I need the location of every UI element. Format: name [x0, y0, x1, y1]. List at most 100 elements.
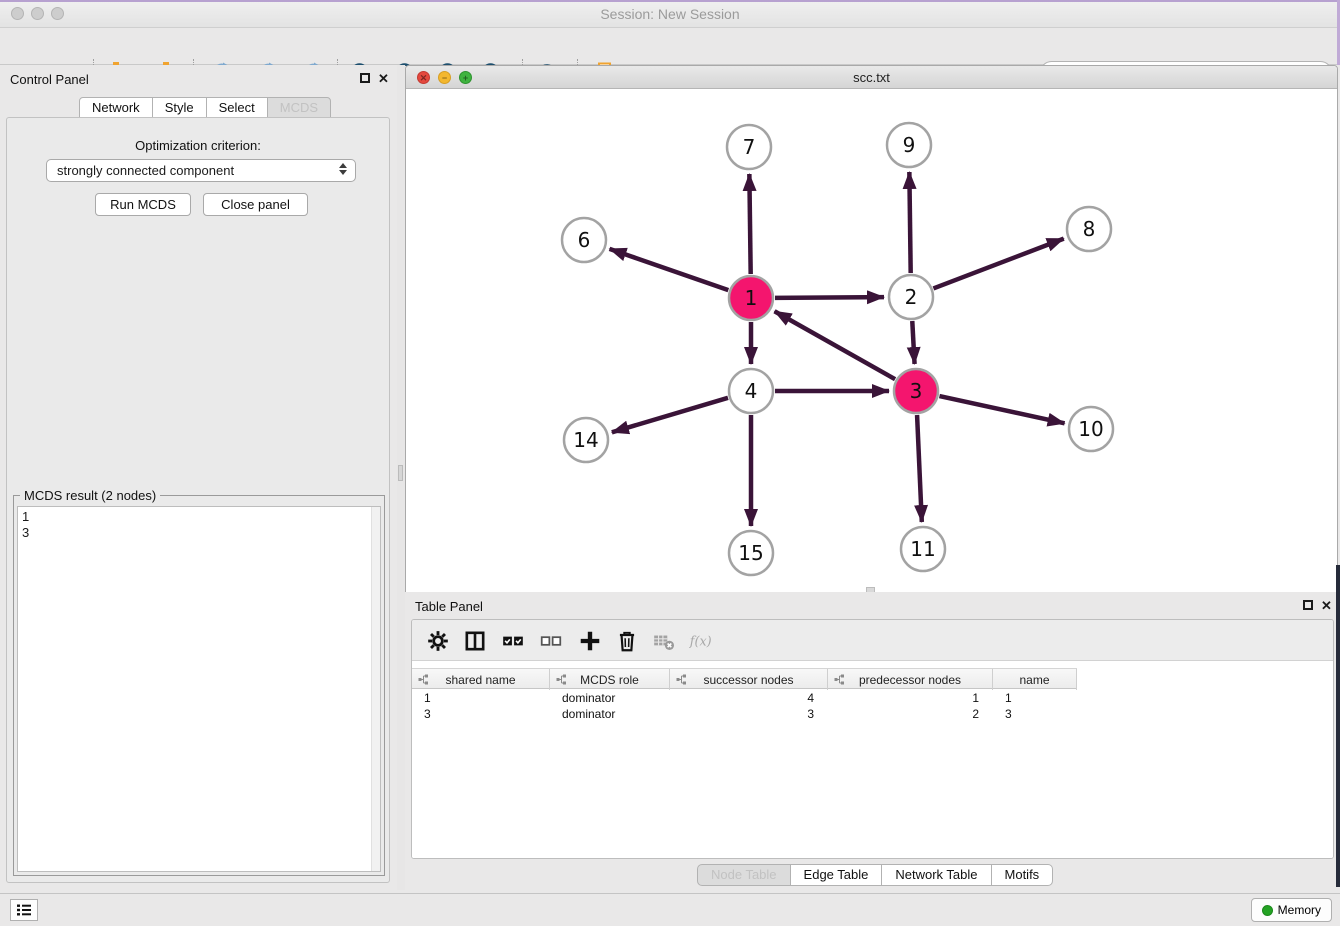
float-table-panel-icon[interactable] [1303, 600, 1313, 610]
network-canvas[interactable]: 1234678910111415 [406, 89, 1337, 592]
graph-node-label-10: 10 [1078, 417, 1103, 441]
select-stepper-icon [339, 163, 347, 175]
table-panel-header: Table Panel ✕ [405, 592, 1340, 619]
table-panel-title: Table Panel [415, 599, 483, 614]
fx-label: f(x) [689, 635, 712, 650]
add-row-button[interactable] [578, 629, 602, 653]
cell-shared-name: 1 [412, 690, 550, 706]
graph-edge-1-6[interactable] [610, 249, 729, 290]
close-panel-icon[interactable]: ✕ [378, 73, 389, 85]
splitter-grip[interactable] [398, 465, 403, 481]
network-view-window: ✕ − + scc.txt 1234678910111415 [405, 65, 1338, 592]
graph-node-label-6: 6 [578, 228, 591, 252]
delete-row-button[interactable] [615, 629, 639, 653]
network-graph: 1234678910111415 [406, 89, 1337, 592]
graph-edge-1-7[interactable] [749, 174, 750, 274]
cell-predecessor-nodes: 1 [828, 690, 993, 706]
mcds-result-group: MCDS result (2 nodes) 1 3 [13, 495, 385, 876]
result-scrollbar[interactable] [371, 507, 380, 871]
graph-edge-2-8[interactable] [933, 239, 1063, 289]
column-label: predecessor nodes [859, 673, 961, 687]
column-label: name [1019, 673, 1049, 687]
trash-icon [615, 629, 639, 653]
tab-mcds[interactable]: MCDS [267, 97, 331, 118]
graph-edge-3-11[interactable] [917, 415, 922, 522]
float-panel-icon[interactable] [360, 73, 370, 83]
cell-predecessor-nodes: 2 [828, 706, 993, 722]
window-titlebar: Session: New Session [0, 0, 1340, 28]
run-mcds-button[interactable]: Run MCDS [95, 193, 191, 216]
control-panel: Control Panel ✕ Network Style Select MCD… [0, 65, 397, 890]
column-header-predecessor-nodes[interactable]: predecessor nodes [828, 669, 993, 690]
hierarchy-icon [418, 674, 429, 685]
table-toolbar: f(x) [412, 620, 1333, 661]
tab-network[interactable]: Network [79, 97, 153, 118]
control-panel-tabs: Network Style Select MCDS [79, 97, 331, 118]
graph-edge-3-1[interactable] [775, 311, 896, 379]
graph-edge-4-14[interactable] [612, 398, 728, 432]
mcds-result-line: 3 [22, 525, 376, 541]
optimization-criterion-select[interactable]: strongly connected component [46, 159, 356, 182]
window-edge-top [0, 0, 1340, 2]
graph-edge-2-3[interactable] [912, 321, 914, 364]
column-label: shared name [445, 673, 515, 687]
graph-node-label-7: 7 [743, 135, 756, 159]
cell-shared-name: 3 [412, 706, 550, 722]
main-toolbar [0, 28, 1340, 65]
application-window: Session: New Session [0, 0, 1340, 926]
column-header-shared-name[interactable]: shared name [412, 669, 550, 690]
function-fx-icon: f(x) [689, 629, 713, 653]
mcds-result-line: 1 [22, 509, 376, 525]
graph-node-label-15: 15 [738, 541, 763, 565]
deselect-all-rows-button[interactable] [539, 629, 563, 653]
graph-node-label-8: 8 [1083, 217, 1096, 241]
delete-table-icon [652, 629, 676, 653]
list-icon [16, 903, 32, 917]
tab-style[interactable]: Style [152, 97, 207, 118]
tab-network-table[interactable]: Network Table [881, 864, 991, 886]
memory-button[interactable]: Memory [1251, 898, 1332, 922]
graph-edge-3-10[interactable] [939, 396, 1064, 423]
network-title: scc.txt [406, 70, 1337, 85]
select-all-rows-button[interactable] [501, 629, 525, 653]
graph-edge-2-9[interactable] [909, 172, 910, 273]
show-task-history-button[interactable] [10, 899, 38, 921]
cell-name: 3 [993, 706, 1077, 722]
table-row[interactable]: 3 dominator 3 2 3 [412, 706, 1333, 722]
cell-successor-nodes: 3 [670, 706, 828, 722]
mcds-result-list[interactable]: 1 3 [17, 506, 381, 872]
panel-splitter[interactable] [397, 65, 405, 890]
table-body: 1 dominator 4 1 1 3 dominator 3 2 3 [412, 690, 1333, 858]
function-builder-button[interactable]: f(x) [689, 629, 721, 653]
column-header-mcds-role[interactable]: MCDS role [550, 669, 670, 690]
hierarchy-icon [676, 674, 687, 685]
delete-table-button[interactable] [652, 629, 676, 653]
close-table-panel-icon[interactable]: ✕ [1321, 600, 1332, 612]
status-bar: Memory [0, 893, 1340, 926]
close-panel-button[interactable]: Close panel [203, 193, 308, 216]
table-panel: Table Panel ✕ [405, 592, 1340, 893]
optimization-criterion-value: strongly connected component [57, 163, 234, 178]
graph-node-label-14: 14 [573, 428, 598, 452]
optimization-criterion-label: Optimization criterion: [7, 138, 389, 153]
column-header-name[interactable]: name [993, 669, 1077, 690]
tab-select[interactable]: Select [206, 97, 268, 118]
show-columns-button[interactable] [463, 629, 487, 653]
tab-node-table[interactable]: Node Table [697, 864, 791, 886]
memory-status-icon [1262, 905, 1273, 916]
column-header-successor-nodes[interactable]: successor nodes [670, 669, 828, 690]
hierarchy-icon [556, 674, 567, 685]
network-window-titlebar: ✕ − + scc.txt [406, 66, 1337, 89]
control-panel-header: Control Panel ✕ [0, 65, 397, 93]
window-edge-right-dark [1336, 565, 1340, 887]
table-row[interactable]: 1 dominator 4 1 1 [412, 690, 1333, 706]
cell-name: 1 [993, 690, 1077, 706]
graph-node-label-1: 1 [745, 286, 758, 310]
tab-motifs[interactable]: Motifs [991, 864, 1054, 886]
graph-edge-1-2[interactable] [775, 297, 884, 298]
graph-node-label-4: 4 [745, 379, 758, 403]
mcds-result-title: MCDS result (2 nodes) [20, 488, 160, 503]
tab-edge-table[interactable]: Edge Table [790, 864, 883, 886]
graph-node-label-2: 2 [905, 285, 918, 309]
table-settings-button[interactable] [426, 629, 450, 653]
